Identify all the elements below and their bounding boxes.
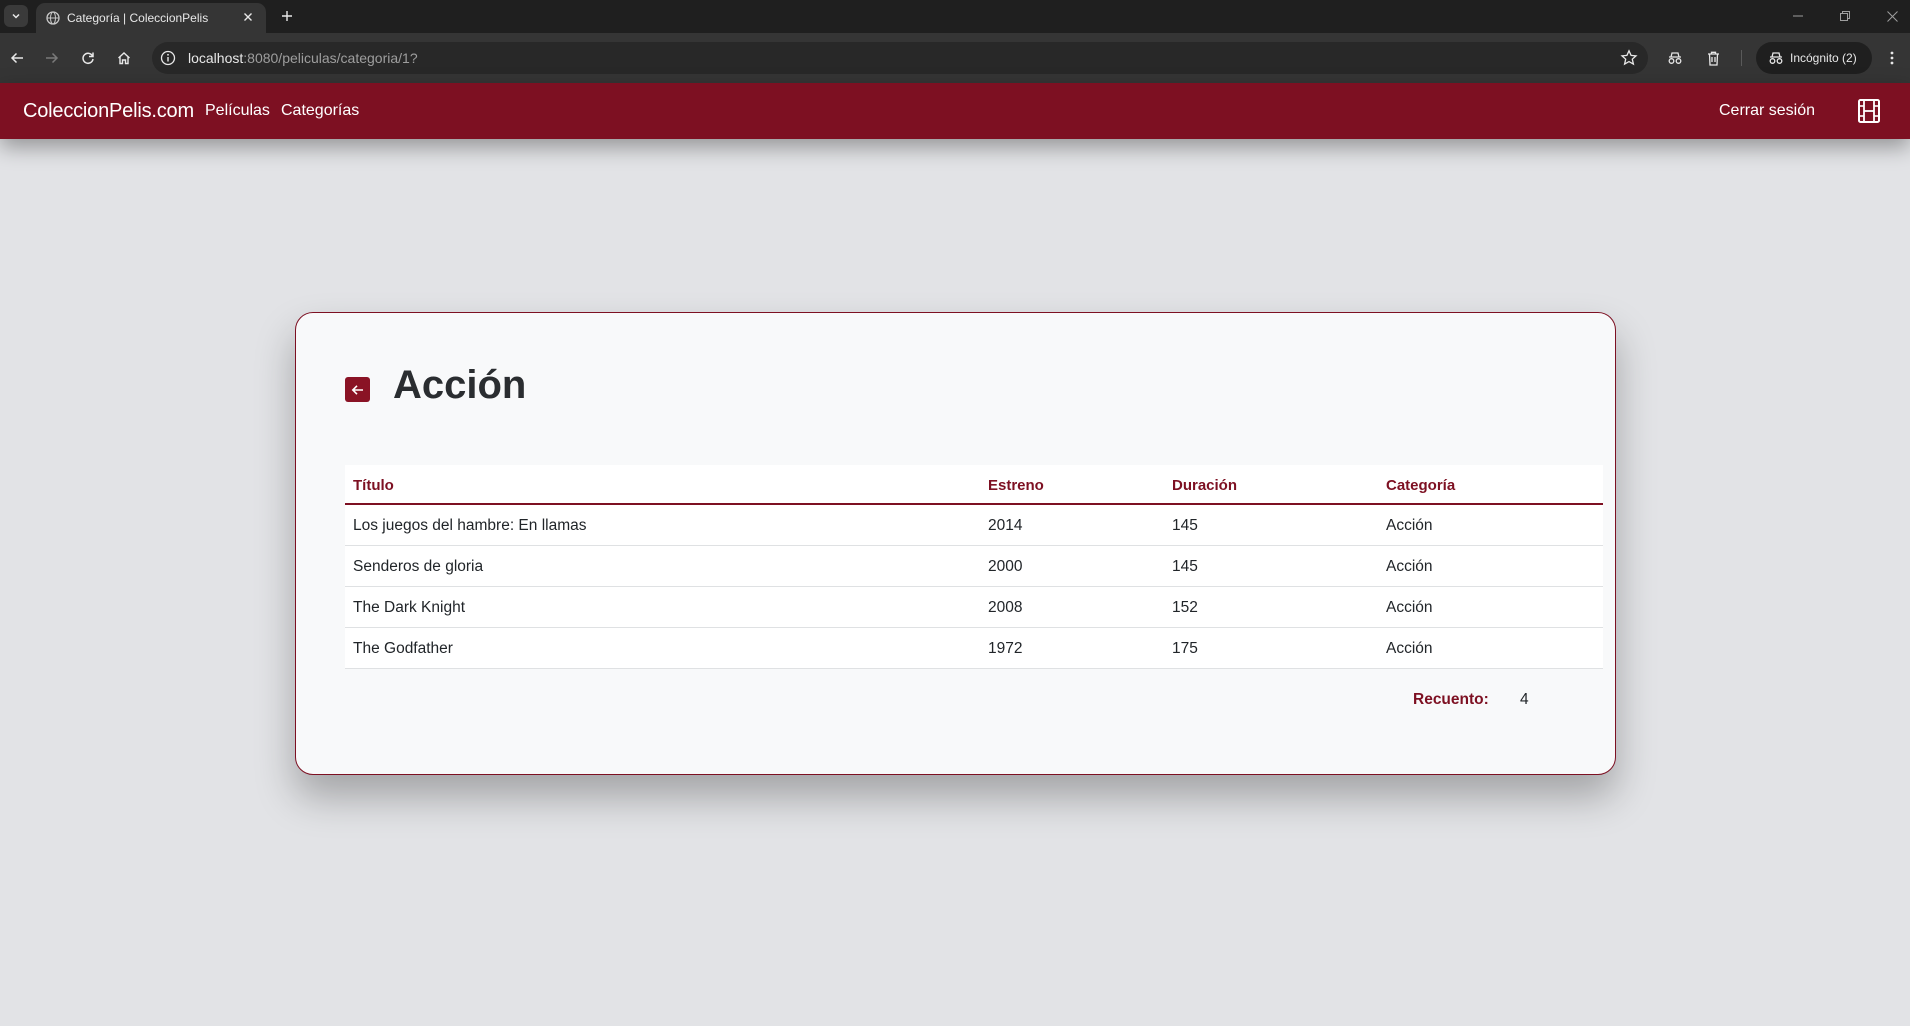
column-header-titulo: Título xyxy=(353,477,394,494)
more-vertical-icon xyxy=(1890,51,1894,65)
reload-icon xyxy=(82,52,94,65)
category-card: Acción Título Estreno Duración Categoría… xyxy=(295,312,1616,775)
page-title: Acción xyxy=(393,363,527,407)
table-row: Senderos de gloria 2000 145 Acción xyxy=(345,546,1603,587)
cell-titulo: The Godfather xyxy=(353,640,453,657)
tab-title: Categoría | ColeccionPelis xyxy=(67,11,209,25)
close-window-button[interactable] xyxy=(1877,6,1907,26)
cell-categoria: Acción xyxy=(1386,558,1433,575)
close-tab-button[interactable] xyxy=(240,9,256,25)
arrow-left-icon xyxy=(10,52,23,64)
arrow-right-icon xyxy=(46,52,59,64)
close-icon xyxy=(1886,10,1898,22)
restore-window-button[interactable] xyxy=(1830,6,1860,26)
count-value: 4 xyxy=(1520,691,1529,708)
table-row: The Dark Knight 2008 152 Acción xyxy=(345,587,1603,628)
incognito-extension-icon xyxy=(1668,52,1682,64)
cell-estreno: 2014 xyxy=(988,517,1023,534)
table-row: Los juegos del hambre: En llamas 2014 14… xyxy=(345,505,1603,546)
column-header-duracion: Duración xyxy=(1172,477,1238,494)
incognito-icon xyxy=(1769,52,1783,64)
browser-toolbar: localhost:8080/peliculas/categoria/1? In… xyxy=(0,33,1910,83)
browser-menu-button[interactable] xyxy=(1880,46,1904,70)
cell-categoria: Acción xyxy=(1386,599,1433,616)
arrow-left-icon xyxy=(351,384,363,395)
nav-link-categorias[interactable]: Categorías xyxy=(281,102,359,120)
cell-duracion: 152 xyxy=(1172,599,1198,616)
restore-icon xyxy=(1840,11,1850,21)
cell-duracion: 175 xyxy=(1172,640,1198,657)
cell-estreno: 2008 xyxy=(988,599,1023,616)
trash-icon xyxy=(1707,51,1719,66)
browser-tab-strip: Categoría | ColeccionPelis xyxy=(0,0,1910,33)
back-button[interactable] xyxy=(5,46,29,70)
url-path: :8080/peliculas/categoria/1? xyxy=(243,50,418,66)
browser-tab[interactable]: Categoría | ColeccionPelis xyxy=(36,3,266,33)
cell-categoria: Acción xyxy=(1386,517,1433,534)
new-tab-button[interactable] xyxy=(277,6,297,26)
app-navbar: ColeccionPelis.com Películas Categorías … xyxy=(0,83,1910,139)
star-icon[interactable] xyxy=(1620,49,1638,67)
forward-button[interactable] xyxy=(40,46,64,70)
cell-estreno: 1972 xyxy=(988,640,1023,657)
globe-icon xyxy=(46,11,60,25)
logout-link[interactable]: Cerrar sesión xyxy=(1719,102,1815,120)
delete-data-button[interactable] xyxy=(1701,46,1725,70)
cell-duracion: 145 xyxy=(1172,558,1198,575)
plus-icon xyxy=(282,11,292,21)
cell-titulo: The Dark Knight xyxy=(353,599,465,616)
extensions-button[interactable] xyxy=(1663,46,1687,70)
column-header-estreno: Estreno xyxy=(988,477,1044,494)
incognito-profile-button[interactable]: Incógnito (2) xyxy=(1756,42,1872,74)
minimize-window-button[interactable] xyxy=(1783,6,1813,26)
movies-table: Título Estreno Duración Categoría Los ju… xyxy=(345,465,1603,669)
cell-categoria: Acción xyxy=(1386,640,1433,657)
reload-button[interactable] xyxy=(76,46,100,70)
minimize-icon xyxy=(1793,15,1803,17)
tab-search-button[interactable] xyxy=(4,5,28,27)
home-icon xyxy=(118,52,130,65)
table-row: The Godfather 1972 175 Acción xyxy=(345,628,1603,669)
table-header: Título Estreno Duración Categoría xyxy=(345,465,1603,505)
brand-link[interactable]: ColeccionPelis.com xyxy=(23,100,194,123)
close-icon xyxy=(244,13,252,21)
url-host: localhost xyxy=(188,50,244,66)
cell-titulo: Los juegos del hambre: En llamas xyxy=(353,517,587,534)
address-bar[interactable]: localhost:8080/peliculas/categoria/1? xyxy=(152,42,1648,74)
nav-link-peliculas[interactable]: Películas xyxy=(205,102,270,120)
cell-duracion: 145 xyxy=(1172,517,1198,534)
cell-estreno: 2000 xyxy=(988,558,1023,575)
back-to-categories-button[interactable] xyxy=(345,377,370,402)
url-text[interactable]: localhost:8080/peliculas/categoria/1? xyxy=(188,50,418,66)
cell-titulo: Senderos de gloria xyxy=(353,558,484,575)
chevron-down-icon xyxy=(12,13,20,19)
column-header-categoria: Categoría xyxy=(1386,477,1456,494)
home-button[interactable] xyxy=(112,46,136,70)
incognito-label: Incógnito (2) xyxy=(1790,51,1857,65)
count-label: Recuento: xyxy=(1413,691,1489,708)
toolbar-divider xyxy=(1741,50,1742,66)
film-icon xyxy=(1858,99,1880,123)
info-icon[interactable] xyxy=(160,50,176,66)
